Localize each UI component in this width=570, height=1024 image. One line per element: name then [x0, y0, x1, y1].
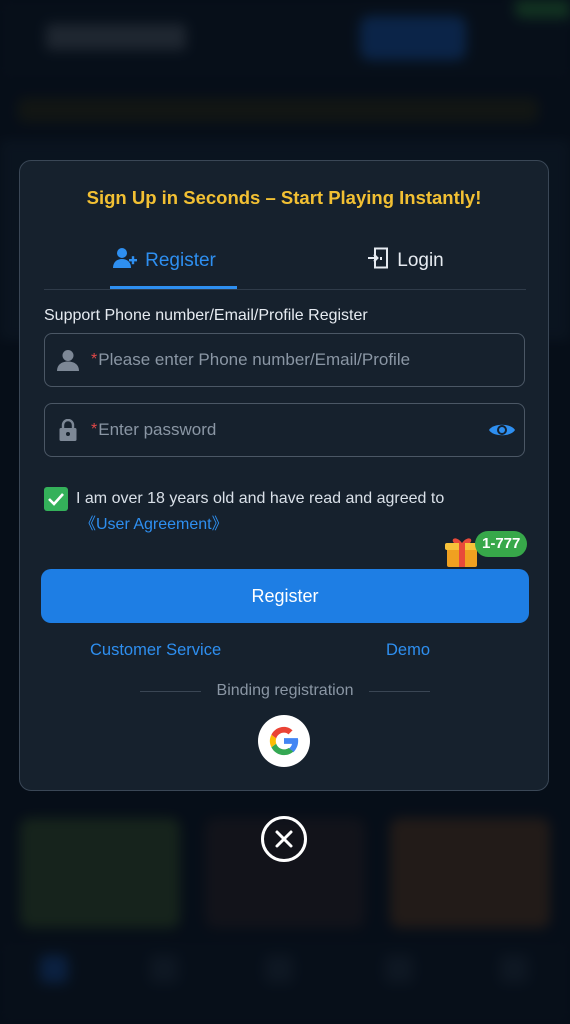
user-agreement-link[interactable]: 《User Agreement》 — [80, 510, 228, 534]
tab-register-label: Register — [145, 250, 216, 271]
tab-login[interactable]: Login — [285, 233, 526, 289]
signup-modal: Sign Up in Seconds – Start Playing Insta… — [19, 160, 549, 791]
add-user-icon — [113, 247, 138, 275]
gift-icon — [444, 533, 480, 569]
divider-line — [369, 690, 430, 692]
password-field[interactable]: * — [44, 403, 525, 457]
google-icon — [269, 726, 299, 756]
register-button[interactable]: Register — [41, 569, 529, 623]
bonus-badge: 1-777 — [475, 531, 528, 557]
account-field[interactable]: * — [44, 333, 525, 387]
agreement-text: I am over 18 years old and have read and… — [76, 490, 445, 507]
tab-register[interactable]: Register — [44, 233, 285, 289]
binding-label: Binding registration — [216, 682, 354, 699]
required-mark: * — [91, 421, 98, 438]
tab-login-label: Login — [397, 250, 444, 271]
support-label: Support Phone number/Email/Profile Regis… — [44, 307, 368, 324]
customer-service-link[interactable]: Customer Service — [90, 641, 221, 660]
binding-divider: Binding registration — [140, 681, 430, 701]
required-mark: * — [91, 351, 98, 368]
user-icon — [45, 349, 91, 371]
google-signin-button[interactable] — [258, 715, 310, 767]
eye-icon[interactable] — [480, 421, 524, 439]
active-tab-indicator — [110, 286, 237, 289]
password-input[interactable] — [98, 420, 480, 440]
close-button[interactable] — [261, 816, 307, 862]
demo-link[interactable]: Demo — [386, 641, 430, 660]
account-input[interactable] — [98, 350, 524, 370]
auth-tabs: Register Login — [44, 233, 526, 290]
agreement-checkbox[interactable] — [44, 487, 68, 511]
check-icon — [48, 493, 64, 506]
divider-line — [140, 690, 201, 692]
door-login-icon — [367, 247, 389, 275]
close-icon — [275, 830, 293, 848]
modal-title: Sign Up in Seconds – Start Playing Insta… — [86, 187, 482, 208]
lock-icon — [45, 419, 91, 441]
